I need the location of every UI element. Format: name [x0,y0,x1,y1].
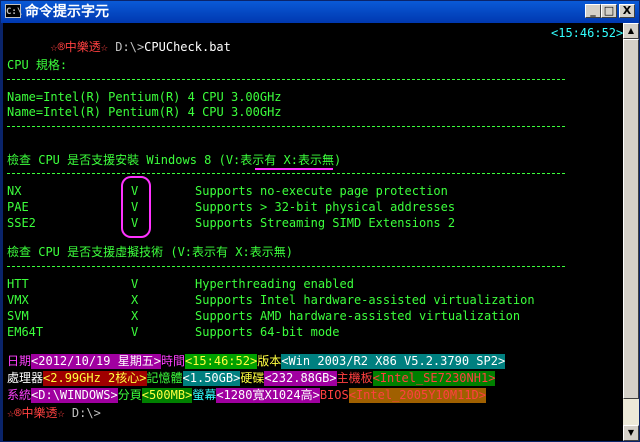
final-prompt-line: ☆®中樂透☆ D:\> [7,406,101,420]
status-row-1: 日期<2012/10/19 星期五>時間<15:46:52>版本<Win 200… [7,354,506,369]
feature-name-sse2: SSE2 [7,216,36,230]
feature-desc-vmx: Supports Intel hardware-assisted virtual… [195,293,535,307]
feature-mark-vmx: X [131,293,139,307]
maximize-button[interactable]: □ [601,4,617,18]
highlight-circle [121,176,151,238]
time-value: <15:46:52> [184,354,258,369]
feature-desc-sse2: Supports Streaming SIMD Extensions 2 [195,216,456,230]
legend-underline [255,168,333,170]
cpu-value: <2.99GHz 2核心> [43,371,147,386]
motherboard-value: <Intel_SE7230NH1> [372,371,496,386]
cpu-name-line-2: Name=Intel(R) Pentium(R) 4 CPU 3.00GHz [7,105,282,119]
separator [7,266,565,267]
install-heading-pre: 檢查 CPU 是否支援安裝 Windows 8 [7,153,219,167]
install-heading-legend: (V:表示有 [218,153,277,167]
status-row-2: 處理器<2.99GHz 2核心>記憶體<1.50GB>硬碟<232.88GB>主… [7,371,496,386]
separator [7,79,565,80]
feature-desc-nx: Supports no-execute page protection [195,184,448,198]
vertical-scrollbar[interactable]: ▲ ▼ [623,23,639,441]
feature-desc-em64t: Supports 64-bit mode [195,325,340,339]
cpu-name-line-1: Name=Intel(R) Pentium(R) 4 CPU 3.00GHz [7,90,282,104]
date-value: <2012/10/19 星期五> [31,354,161,369]
minimize-button[interactable]: _ [585,4,601,18]
bios-value: <Intel_2005Y10M11D> [348,388,486,403]
version-value: <Win 2003/R2 X86 V5.2.3790 SP2> [281,354,506,369]
system-label: 系統 [7,388,32,402]
title-bar[interactable]: C:\ 命令提示字元 _ □ X [1,1,639,23]
time-label: 時間 [160,354,185,368]
feature-name-nx: NX [7,184,22,198]
scroll-up-icon[interactable]: ▲ [623,23,639,39]
prompt-brand: ☆®中樂透☆ [50,40,109,54]
status-row-3: 系統<D:\WINDOWS>分頁<500MB>螢幕<1280寬X1024高>BI… [7,388,486,403]
feature-desc-svm: Supports AMD hardware-assisted virtualiz… [195,309,521,323]
feature-mark-svm: X [131,309,139,323]
console-output[interactable]: ☆®中樂透☆ D:\>CPUCheck.bat <15:46:52> CPU 規… [3,23,623,441]
scroll-down-icon[interactable]: ▼ [623,425,639,441]
cpu-label: 處理器 [7,371,44,385]
disk-value: <232.88GB> [264,371,337,386]
feature-name-svm: SVM [7,309,29,323]
screen-label: 螢幕 [192,388,217,402]
feature-name-pae: PAE [7,200,29,214]
prompt-command: CPUCheck.bat [144,40,231,54]
bios-label: BIOS [319,388,349,402]
feature-desc-htt: Hyperthreading enabled [195,277,354,291]
window-title: 命令提示字元 [25,4,109,20]
pagefile-value: <500MB> [141,388,193,403]
date-label: 日期 [7,354,32,368]
cmd-app-icon[interactable]: C:\ [5,4,22,18]
prompt-time: <15:46:52> [551,26,623,40]
version-label: 版本 [257,354,282,368]
final-prompt-brand: ☆®中樂透☆ [7,406,65,420]
memory-value: <1.50GB> [182,371,241,386]
feature-mark-em64t: V [131,325,139,339]
close-button[interactable]: X [619,4,635,18]
prompt-path: D:\> [108,40,145,54]
disk-label: 硬碟 [240,371,265,385]
cmd-window: C:\ 命令提示字元 _ □ X ☆®中樂透☆ D:\>CPUCheck.bat… [0,0,640,442]
system-value: <D:\WINDOWS> [31,388,118,403]
feature-name-vmx: VMX [7,293,29,307]
final-prompt-path: D:\> [64,406,101,420]
separator [7,173,565,174]
feature-name-em64t: EM64T [7,325,44,339]
feature-mark-htt: V [131,277,139,291]
pagefile-label: 分頁 [117,388,142,402]
memory-label: 記憶體 [146,371,183,385]
virt-check-heading: 檢查 CPU 是否支援虛擬技術 (V:表示有 X:表示無) [7,245,293,259]
screen-value: <1280寬X1024高> [216,388,320,403]
scroll-thumb[interactable] [623,39,639,399]
install-check-heading: 檢查 CPU 是否支援安裝 Windows 8 (V:表示有 X:表示無) [7,153,341,167]
install-heading-post: X:表示無) [276,153,342,167]
separator [7,126,565,127]
prompt-line: ☆®中樂透☆ D:\>CPUCheck.bat [7,26,231,54]
feature-name-htt: HTT [7,277,29,291]
feature-desc-pae: Supports > 32-bit physical addresses [195,200,456,214]
cpu-spec-heading: CPU 規格: [7,58,68,72]
motherboard-label: 主機板 [336,371,373,385]
